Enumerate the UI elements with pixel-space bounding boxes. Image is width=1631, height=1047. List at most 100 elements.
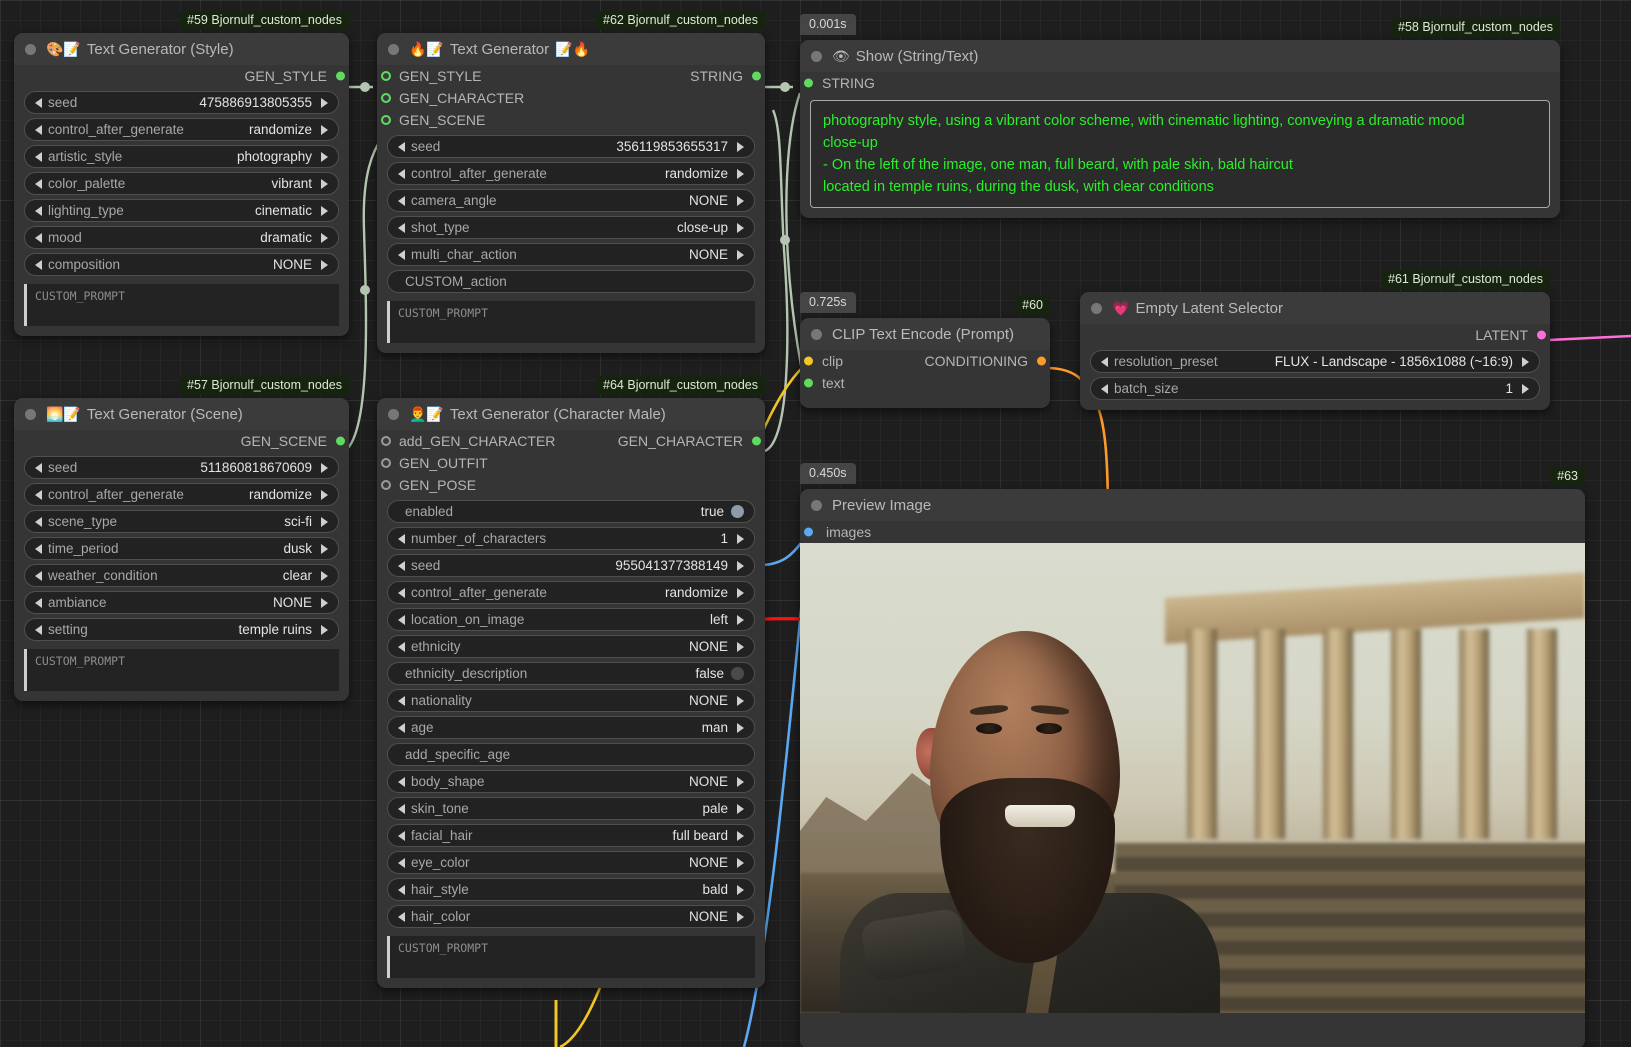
- decrement-arrow-icon[interactable]: [35, 179, 42, 189]
- input-dot-icon[interactable]: [381, 436, 391, 446]
- preview-image-canvas[interactable]: [800, 543, 1585, 1013]
- increment-arrow-icon[interactable]: [321, 490, 328, 500]
- custom-prompt-textarea[interactable]: CUSTOM_PROMPT: [387, 301, 755, 343]
- decrement-arrow-icon[interactable]: [35, 98, 42, 108]
- increment-arrow-icon[interactable]: [737, 615, 744, 625]
- increment-arrow-icon[interactable]: [737, 831, 744, 841]
- decrement-arrow-icon[interactable]: [35, 544, 42, 554]
- decrement-arrow-icon[interactable]: [398, 561, 405, 571]
- widget-eye-color[interactable]: eye_color NONE: [387, 851, 755, 874]
- decrement-arrow-icon[interactable]: [398, 615, 405, 625]
- widget-control-after-generate[interactable]: control_after_generate randomize: [387, 581, 755, 604]
- increment-arrow-icon[interactable]: [737, 723, 744, 733]
- widget-facial-hair[interactable]: facial_hair full beard: [387, 824, 755, 847]
- increment-arrow-icon[interactable]: [737, 804, 744, 814]
- decrement-arrow-icon[interactable]: [35, 152, 42, 162]
- widget-control-after-generate[interactable]: control_after_generate randomize: [24, 118, 339, 141]
- slot-row-images[interactable]: images: [800, 521, 1585, 543]
- widget-seed[interactable]: seed 475886913805355: [24, 91, 339, 114]
- increment-arrow-icon[interactable]: [321, 260, 328, 270]
- input-dot-icon[interactable]: [381, 93, 391, 103]
- widget-seed[interactable]: seed 511860818670609: [24, 456, 339, 479]
- output-slot-gen-style[interactable]: GEN_STYLE: [24, 65, 339, 87]
- decrement-arrow-icon[interactable]: [398, 588, 405, 598]
- input-dot-icon[interactable]: [381, 115, 391, 125]
- increment-arrow-icon[interactable]: [737, 885, 744, 895]
- slot-row-gen-scene[interactable]: GEN_SCENE: [387, 109, 755, 131]
- decrement-arrow-icon[interactable]: [35, 571, 42, 581]
- widget-lighting-type[interactable]: lighting_type cinematic: [24, 199, 339, 222]
- increment-arrow-icon[interactable]: [1522, 384, 1529, 394]
- images-input-dot-icon[interactable]: [804, 528, 813, 537]
- decrement-arrow-icon[interactable]: [398, 696, 405, 706]
- increment-arrow-icon[interactable]: [737, 142, 744, 152]
- output-dot-icon[interactable]: [752, 72, 761, 81]
- node-text-generator-character-male[interactable]: #64 Bjornulf_custom_nodes 👨‍🦰📝 Text Gene…: [377, 398, 765, 988]
- node-title-bar[interactable]: 👨‍🦰📝 Text Generator (Character Male): [377, 398, 765, 430]
- increment-arrow-icon[interactable]: [737, 642, 744, 652]
- increment-arrow-icon[interactable]: [737, 196, 744, 206]
- decrement-arrow-icon[interactable]: [398, 912, 405, 922]
- decrement-arrow-icon[interactable]: [398, 196, 405, 206]
- increment-arrow-icon[interactable]: [737, 912, 744, 922]
- decrement-arrow-icon[interactable]: [35, 206, 42, 216]
- decrement-arrow-icon[interactable]: [35, 233, 42, 243]
- widget-shot-type[interactable]: shot_type close-up: [387, 216, 755, 239]
- custom-prompt-textarea[interactable]: CUSTOM_PROMPT: [24, 649, 339, 691]
- widget-seed[interactable]: seed 955041377388149: [387, 554, 755, 577]
- custom-prompt-textarea[interactable]: CUSTOM_PROMPT: [387, 936, 755, 978]
- widget-scene-type[interactable]: scene_type sci-fi: [24, 510, 339, 533]
- widget-control-after-generate[interactable]: control_after_generate randomize: [24, 483, 339, 506]
- increment-arrow-icon[interactable]: [321, 598, 328, 608]
- widget-time-period[interactable]: time_period dusk: [24, 537, 339, 560]
- decrement-arrow-icon[interactable]: [35, 463, 42, 473]
- custom-prompt-textarea[interactable]: CUSTOM_PROMPT: [24, 284, 339, 326]
- increment-arrow-icon[interactable]: [737, 534, 744, 544]
- decrement-arrow-icon[interactable]: [35, 625, 42, 635]
- decrement-arrow-icon[interactable]: [35, 517, 42, 527]
- text-input-dot-icon[interactable]: [804, 379, 813, 388]
- widget-custom-action[interactable]: CUSTOM_action: [387, 270, 755, 293]
- node-text-generator-main[interactable]: #62 Bjornulf_custom_nodes 🔥📝 Text Genera…: [377, 33, 765, 353]
- widget-nationality[interactable]: nationality NONE: [387, 689, 755, 712]
- toggle-knob-icon[interactable]: [731, 667, 744, 680]
- input-dot-icon[interactable]: [381, 480, 391, 490]
- node-clip-text-encode[interactable]: 0.725s #60 CLIP Text Encode (Prompt) cli…: [800, 318, 1050, 408]
- output-dot-icon[interactable]: [336, 72, 345, 81]
- increment-arrow-icon[interactable]: [737, 588, 744, 598]
- decrement-arrow-icon[interactable]: [35, 260, 42, 270]
- node-title-bar[interactable]: CLIP Text Encode (Prompt): [800, 318, 1050, 350]
- node-title-bar[interactable]: 👁 Show (String/Text): [800, 40, 1560, 72]
- toggle-knob-icon[interactable]: [731, 505, 744, 518]
- node-title-bar[interactable]: 🌅📝 Text Generator (Scene): [14, 398, 349, 430]
- slot-row-gen-pose[interactable]: GEN_POSE: [387, 474, 755, 496]
- widget-body-shape[interactable]: body_shape NONE: [387, 770, 755, 793]
- decrement-arrow-icon[interactable]: [398, 534, 405, 544]
- widget-color-palette[interactable]: color_palette vibrant: [24, 172, 339, 195]
- increment-arrow-icon[interactable]: [321, 544, 328, 554]
- collapse-icon[interactable]: [388, 44, 399, 55]
- widget-hair-style[interactable]: hair_style bald: [387, 878, 755, 901]
- widget-ethnicity[interactable]: ethnicity NONE: [387, 635, 755, 658]
- increment-arrow-icon[interactable]: [321, 179, 328, 189]
- output-dot-icon[interactable]: [336, 437, 345, 446]
- widget-enabled[interactable]: enabled true: [387, 500, 755, 523]
- node-show-string-text[interactable]: 0.001s #58 Bjornulf_custom_nodes 👁 Show …: [800, 40, 1560, 218]
- decrement-arrow-icon[interactable]: [35, 490, 42, 500]
- collapse-icon[interactable]: [25, 44, 36, 55]
- increment-arrow-icon[interactable]: [321, 625, 328, 635]
- clip-input-dot-icon[interactable]: [804, 357, 813, 366]
- slot-row-add-gen-character[interactable]: add_GEN_CHARACTER GEN_CHARACTER: [387, 430, 755, 452]
- increment-arrow-icon[interactable]: [737, 858, 744, 868]
- node-text-generator-style[interactable]: #59 Bjornulf_custom_nodes 🎨📝 Text Genera…: [14, 33, 349, 336]
- increment-arrow-icon[interactable]: [737, 250, 744, 260]
- widget-weather-condition[interactable]: weather_condition clear: [24, 564, 339, 587]
- collapse-icon[interactable]: [25, 409, 36, 420]
- slot-row-clip[interactable]: clip CONDITIONING: [810, 350, 1040, 372]
- widget-resolution-preset[interactable]: resolution_preset FLUX - Landscape - 185…: [1090, 350, 1540, 373]
- conditioning-output-dot-icon[interactable]: [1037, 357, 1046, 366]
- slot-row-gen-outfit[interactable]: GEN_OUTFIT: [387, 452, 755, 474]
- widget-location-on-image[interactable]: location_on_image left: [387, 608, 755, 631]
- decrement-arrow-icon[interactable]: [398, 723, 405, 733]
- decrement-arrow-icon[interactable]: [398, 804, 405, 814]
